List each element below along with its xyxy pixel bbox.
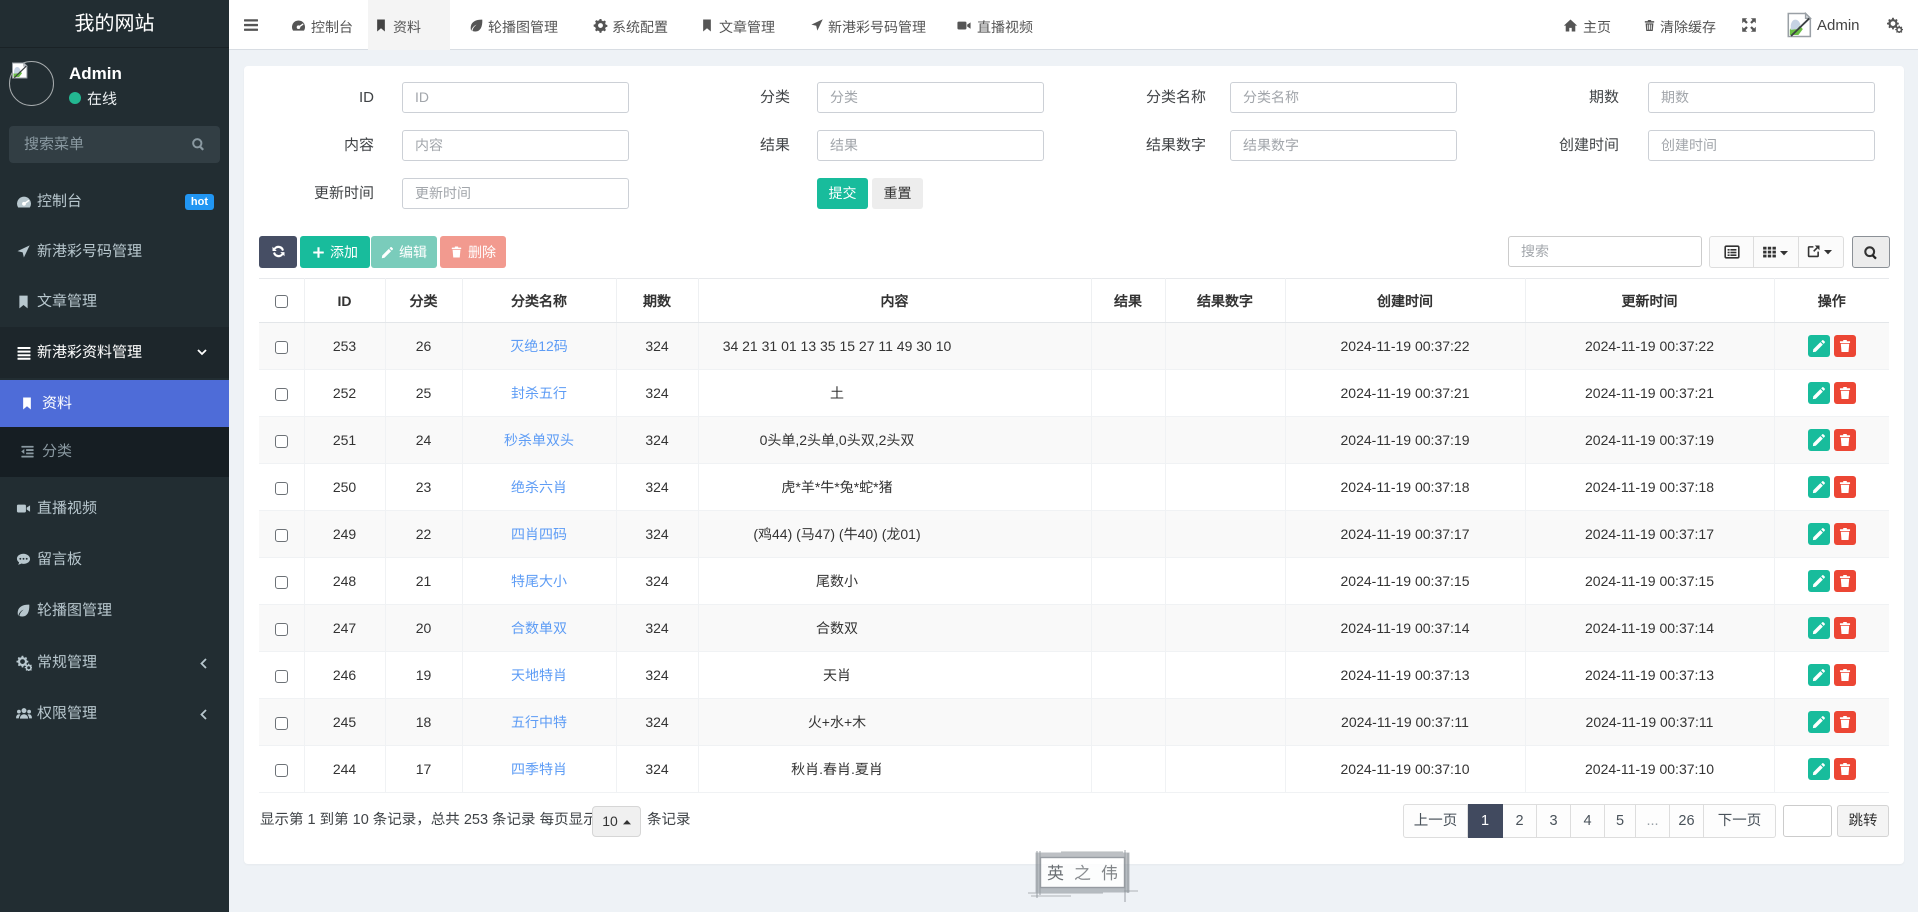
svg-text:伟: 伟 [1101, 859, 1118, 884]
svg-text:之: 之 [1074, 859, 1091, 884]
svg-text:英: 英 [1047, 859, 1064, 884]
